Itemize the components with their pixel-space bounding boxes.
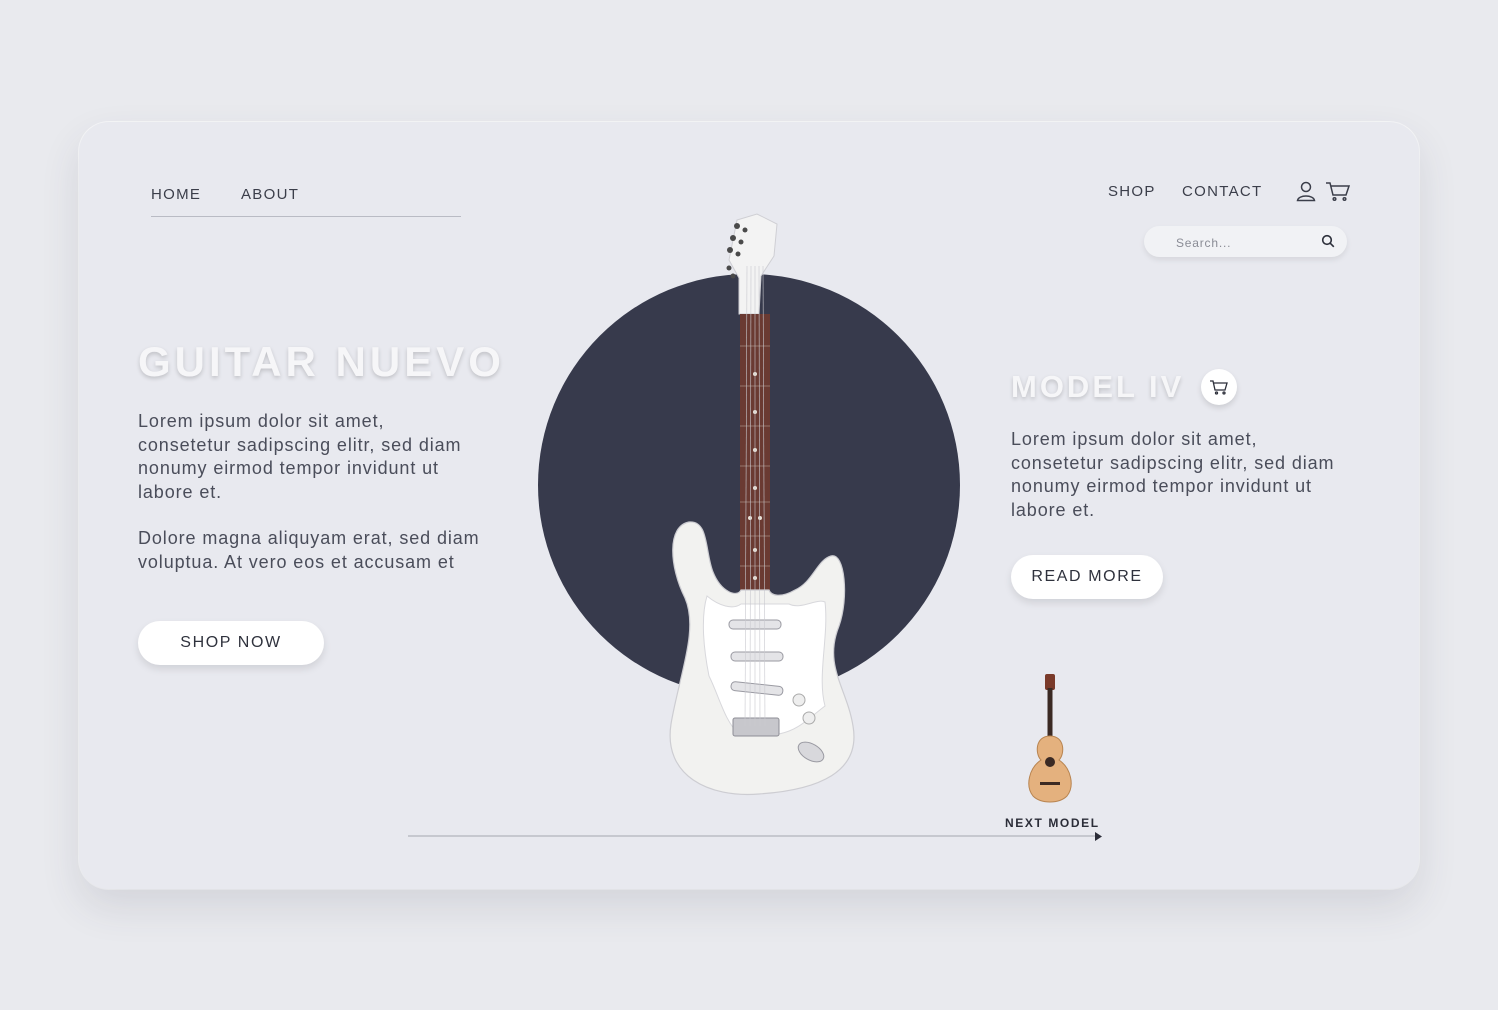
cart-icon[interactable] [1325, 179, 1351, 203]
user-icon[interactable] [1294, 179, 1318, 203]
cart-icon [1210, 380, 1228, 395]
hero-paragraph-2: Dolore magna aliquyam erat, sed diam vol… [138, 528, 480, 572]
add-to-cart-button[interactable] [1201, 369, 1237, 405]
search-icon[interactable] [1321, 234, 1335, 253]
nav-about-link[interactable]: ABOUT [241, 186, 299, 203]
read-more-button[interactable]: READ MORE [1011, 555, 1163, 599]
hero-title: GUITAR NUEVO [138, 338, 505, 385]
hero-paragraph-1: Lorem ipsum dolor sit amet, consetetur s… [138, 411, 462, 502]
shop-now-button[interactable]: SHOP NOW [138, 621, 324, 665]
acoustic-guitar-thumbnail[interactable] [1023, 674, 1077, 806]
model-paragraph: Lorem ipsum dolor sit amet, consetetur s… [1011, 429, 1335, 520]
nav-shop-link[interactable]: SHOP [1108, 183, 1156, 200]
search-bar [1144, 226, 1347, 257]
nav-home-link[interactable]: HOME [151, 186, 201, 203]
search-input[interactable] [1174, 232, 1318, 253]
landing-card: HOME ABOUT SHOP CONTACT Search... GUITAR… [79, 122, 1419, 889]
nav-contact-link[interactable]: CONTACT [1182, 183, 1262, 200]
next-model-link[interactable]: NEXT MODEL [1005, 816, 1100, 830]
electric-guitar-image [669, 213, 855, 796]
model-title: MODEL IV [1011, 369, 1185, 404]
slider-track[interactable] [408, 835, 1098, 837]
nav-left: HOME ABOUT [151, 184, 461, 217]
arrow-right-icon[interactable] [1095, 832, 1103, 841]
